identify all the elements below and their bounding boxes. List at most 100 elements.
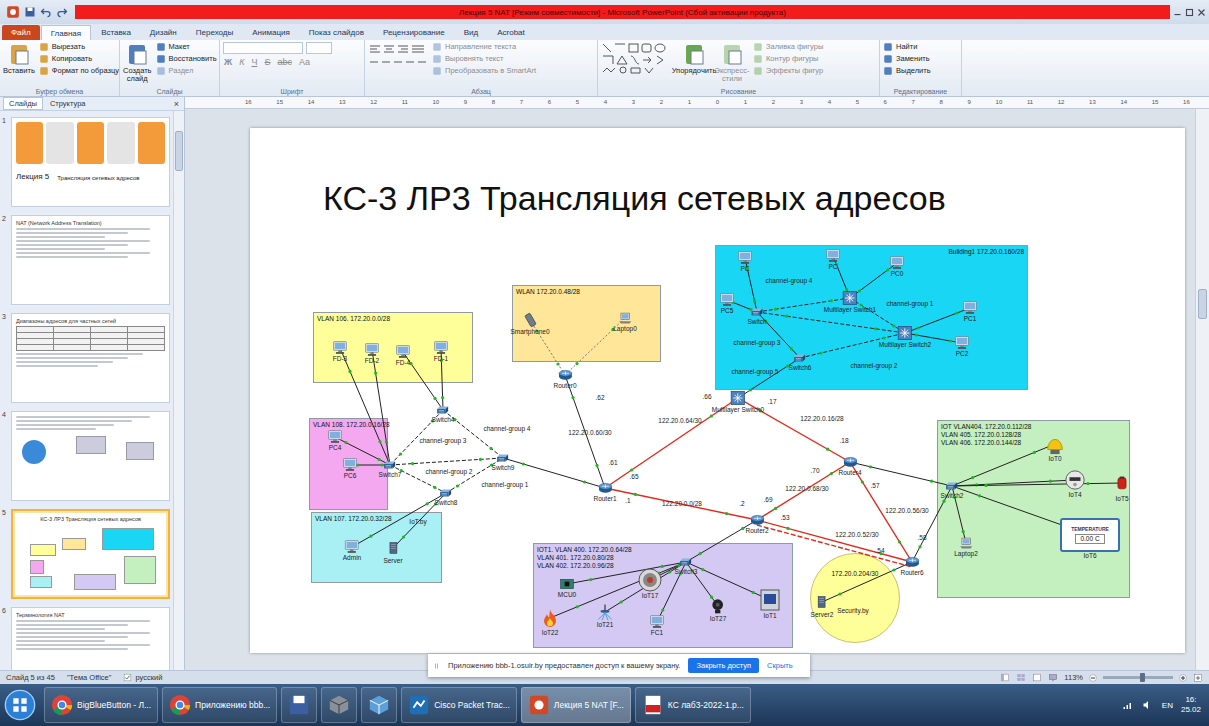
scrollbar-thumb[interactable] xyxy=(175,131,183,171)
taskbar-button[interactable] xyxy=(361,687,397,723)
ribbon-button[interactable]: Заливка фигуры xyxy=(753,42,823,52)
slide-thumbnail-row[interactable]: 3Диапазоны адресов для частных сетей xyxy=(2,313,173,403)
network-device[interactable]: IoT22 xyxy=(541,607,559,636)
network-device[interactable]: PC4 xyxy=(327,430,343,451)
network-device[interactable]: Laptop0 xyxy=(613,312,637,332)
network-device[interactable]: Switch2 xyxy=(941,480,964,499)
ribbon-tab[interactable]: Переходы xyxy=(187,25,243,40)
taskbar-button[interactable] xyxy=(321,687,357,723)
network-device[interactable]: IoT1 xyxy=(758,588,782,619)
input-language[interactable]: EN xyxy=(1162,701,1173,710)
network-device[interactable]: FD-3 xyxy=(332,341,348,362)
stop-sharing-button[interactable]: Закрыть доступ xyxy=(688,658,759,673)
slide-thumbnail-row[interactable]: 2NAT (Network Address Translation) xyxy=(2,215,173,305)
network-device[interactable]: Multilayer Switch1 xyxy=(824,290,876,313)
network-device[interactable]: TEMPERATURE0.00 CIoT6 xyxy=(1060,518,1120,559)
network-device[interactable]: FD-4 xyxy=(395,345,411,366)
network-device[interactable]: IoT27 xyxy=(710,597,727,622)
zoom-level[interactable]: 113% xyxy=(1064,673,1083,682)
network-device[interactable]: Switch8 xyxy=(435,487,458,506)
ribbon-tab[interactable]: Главная xyxy=(41,25,91,40)
font-style-button[interactable]: Ж xyxy=(223,57,233,68)
ribbon-tab[interactable]: Показ слайдов xyxy=(300,25,373,40)
taskbar-button[interactable]: Cisco Packet Trac... xyxy=(401,687,517,723)
taskbar-button[interactable] xyxy=(281,687,317,723)
ribbon-tab[interactable]: Дизайн xyxy=(141,25,186,40)
network-device[interactable]: Switch9 xyxy=(492,452,515,471)
network-device[interactable]: FD-1 xyxy=(433,341,449,362)
hide-button[interactable]: Скрыть xyxy=(767,661,793,670)
network-device[interactable]: Smartphone0 xyxy=(510,312,549,335)
ribbon-button[interactable]: Выровнять текст xyxy=(432,54,536,64)
network-device[interactable]: Laptop2 xyxy=(954,537,978,557)
ribbon-button[interactable]: Вырезать xyxy=(39,42,119,52)
ribbon-tab[interactable]: Вид xyxy=(455,25,487,40)
slide-thumbnail[interactable] xyxy=(11,411,170,501)
ribbon-tab[interactable]: Анимация xyxy=(243,25,299,40)
network-device[interactable]: PC xyxy=(737,251,753,272)
taskbar-button[interactable]: BigBlueButton - Л... xyxy=(44,687,158,723)
network-device[interactable]: Multilayer Switch2 xyxy=(879,325,931,348)
close-pane-button[interactable]: × xyxy=(174,99,179,109)
ribbon-tab[interactable]: Файл xyxy=(2,25,40,40)
slide-thumbnail[interactable]: Диапазоны адресов для частных сетей xyxy=(11,313,170,403)
network-device[interactable]: IoT17 xyxy=(638,568,662,599)
network-device[interactable]: PC2 xyxy=(954,336,970,357)
ribbon-button[interactable]: Направление текста xyxy=(432,42,536,52)
network-device[interactable]: FC1 xyxy=(649,615,665,636)
font-size-field[interactable] xyxy=(306,42,332,54)
network-device[interactable]: IoT21 xyxy=(594,603,616,628)
taskbar-button[interactable]: Лекция 5 NAT [F... xyxy=(521,687,631,723)
zoom-slider-knob[interactable] xyxy=(1140,673,1145,682)
network-device[interactable]: IoT4 xyxy=(1064,469,1086,498)
clock[interactable]: 16:25.02 xyxy=(1181,695,1201,715)
network-device[interactable]: PC1 xyxy=(962,301,978,322)
ribbon-tab[interactable]: Acrobat xyxy=(488,25,534,40)
network-device[interactable]: Switch6 xyxy=(789,352,812,371)
network-device[interactable]: Multilayer Switch0 xyxy=(712,390,764,413)
network-device[interactable]: PC6 xyxy=(342,458,358,479)
ribbon-button[interactable]: Макет xyxy=(156,42,217,52)
ribbon-button[interactable]: Копировать xyxy=(39,54,119,64)
network-device[interactable]: FD-2 xyxy=(364,343,380,364)
network-device[interactable]: Server xyxy=(383,539,402,564)
network-device[interactable]: IoT0 xyxy=(1044,433,1066,462)
ribbon-tab[interactable]: Вставка xyxy=(92,25,140,40)
network-device[interactable]: Admin xyxy=(343,540,361,561)
font-name-field[interactable] xyxy=(223,42,303,54)
ribbon-button[interactable]: Формат по образцу xyxy=(39,66,119,76)
network-device[interactable]: MCU0 xyxy=(556,577,578,598)
ribbon-button[interactable]: Восстановить xyxy=(156,54,217,64)
pane-tab[interactable]: Структура xyxy=(45,98,91,109)
ribbon-button[interactable]: Вставить xyxy=(3,42,35,75)
taskbar-button[interactable]: Приложению bbb... xyxy=(162,687,277,723)
ribbon-button[interactable]: Найти xyxy=(883,42,931,52)
network-device[interactable]: PC0 xyxy=(889,256,905,277)
editor-scrollbar[interactable] xyxy=(1195,109,1209,670)
font-style-button[interactable]: Аа xyxy=(298,57,311,68)
ribbon-button[interactable]: Раздел xyxy=(156,66,217,76)
slide-thumbnail-row[interactable]: 4 xyxy=(2,411,173,501)
font-style-button[interactable]: abc xyxy=(276,57,293,68)
font-style-button[interactable]: Ч xyxy=(250,57,258,68)
ribbon-tab[interactable]: Рецензирование xyxy=(374,25,454,40)
network-device[interactable]: Switch4 xyxy=(432,404,455,423)
slides-scrollbar[interactable] xyxy=(173,111,184,670)
network-device[interactable]: Router6 xyxy=(900,555,923,576)
ribbon-button[interactable]: Создать слайд xyxy=(123,42,152,83)
network-device[interactable]: Router0 xyxy=(553,368,576,389)
ribbon-button[interactable]: Упорядочить xyxy=(677,42,711,75)
scrollbar-thumb[interactable] xyxy=(1198,289,1207,319)
taskbar-button[interactable]: КС лаб3-2022-1.p... xyxy=(635,687,751,723)
slide-thumbnail-row[interactable]: 1Лекция 5Трансляция сетевых адресов xyxy=(2,117,173,207)
network-device[interactable]: Switch3 xyxy=(675,556,698,575)
slide-thumbnail[interactable]: Лекция 5Трансляция сетевых адресов xyxy=(11,117,170,207)
ribbon-button[interactable]: Экспресс-стили xyxy=(715,42,749,83)
ribbon-button[interactable]: Заменить xyxy=(883,54,931,64)
font-style-button[interactable]: К xyxy=(238,57,245,68)
network-device[interactable]: Switch7 xyxy=(379,459,402,478)
network-device[interactable]: Switch xyxy=(747,306,767,325)
network-device[interactable]: Router4 xyxy=(838,455,861,476)
ribbon-button[interactable]: Преобразовать в SmartArt xyxy=(432,66,536,76)
font-style-button[interactable]: S xyxy=(263,57,271,68)
